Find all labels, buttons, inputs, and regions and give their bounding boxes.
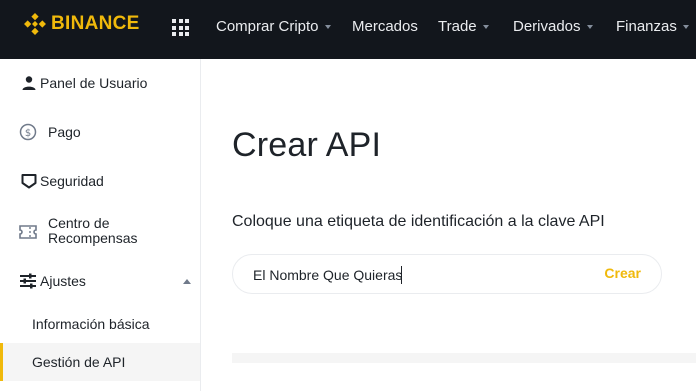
sidebar-item-pago[interactable]: $ Pago <box>0 122 200 142</box>
binance-logo[interactable]: BINANCE <box>24 12 140 36</box>
ticket-icon <box>19 223 37 241</box>
sidebar-subitem-label: Información básica <box>32 316 150 332</box>
caret-down-icon <box>682 25 689 29</box>
user-icon <box>20 74 38 92</box>
text-cursor <box>401 266 402 284</box>
api-label-input[interactable] <box>253 264 593 286</box>
nav-mercados[interactable]: Mercados <box>352 18 418 35</box>
brand-name: BINANCE <box>51 13 140 34</box>
svg-text:$: $ <box>25 128 31 139</box>
sidebar-subitem-informacion-basica[interactable]: Información básica <box>0 305 200 343</box>
caret-up-icon[interactable] <box>183 279 191 284</box>
api-label-input-container: Crear <box>232 254 662 294</box>
shield-icon <box>20 172 38 190</box>
nav-label: Trade <box>438 18 477 35</box>
sliders-icon <box>19 272 37 290</box>
sidebar-subitem-gestion-de-api[interactable]: Gestión de API <box>0 343 200 381</box>
nav-trade[interactable]: Trade <box>438 18 489 35</box>
top-navbar: BINANCE Comprar Cripto Mercados Trade De… <box>0 0 696 59</box>
nav-finanzas[interactable]: Finanzas <box>616 18 689 35</box>
nav-comprar-cripto[interactable]: Comprar Cripto <box>216 18 331 35</box>
section-divider <box>232 353 696 363</box>
nav-label: Derivados <box>513 18 581 35</box>
caret-down-icon <box>324 25 331 29</box>
sidebar: Panel de Usuario $ Pago Seguridad Centro… <box>0 59 201 391</box>
sidebar-subitem-label: Gestión de API <box>32 354 126 370</box>
sidebar-item-ajustes[interactable]: Ajustes <box>0 271 200 291</box>
sidebar-item-panel-de-usuario[interactable]: Panel de Usuario <box>0 73 200 93</box>
sidebar-item-label: Seguridad <box>40 173 104 189</box>
grid-icon[interactable] <box>172 19 189 36</box>
sidebar-item-centro-de-recompensas[interactable]: Centro de Recompensas <box>0 216 200 248</box>
binance-logo-icon <box>24 13 46 35</box>
caret-down-icon <box>586 25 593 29</box>
sidebar-item-label: Ajustes <box>40 273 86 289</box>
caret-down-icon <box>482 25 489 29</box>
sidebar-item-seguridad[interactable]: Seguridad <box>0 171 200 191</box>
sidebar-item-label: Centro de Recompensas <box>48 215 138 246</box>
nav-label: Finanzas <box>616 18 677 35</box>
dollar-circle-icon: $ <box>19 123 37 141</box>
api-label-description: Coloque una etiqueta de identificación a… <box>232 213 605 230</box>
sidebar-item-label: Panel de Usuario <box>40 75 148 91</box>
active-indicator <box>0 343 3 381</box>
nav-label: Comprar Cripto <box>216 18 319 35</box>
nav-derivados[interactable]: Derivados <box>513 18 593 35</box>
nav-label: Mercados <box>352 18 418 35</box>
sidebar-item-label: Pago <box>48 124 81 140</box>
create-api-button[interactable]: Crear <box>604 265 641 281</box>
page-title: Crear API <box>232 126 382 164</box>
